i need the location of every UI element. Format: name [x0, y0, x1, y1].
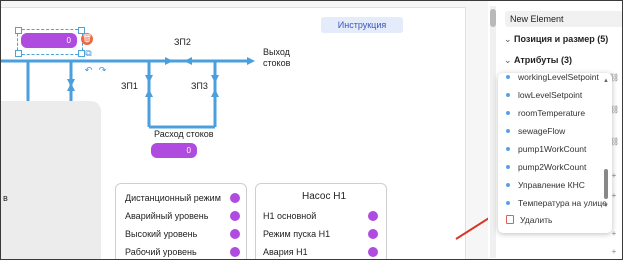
pump-indicator — [368, 247, 378, 257]
label-outlet: Выход стоков — [263, 47, 291, 68]
instruction-button[interactable]: Инструкция — [321, 17, 403, 33]
status-indicator — [230, 247, 240, 257]
section-attributes[interactable]: ⌄ Атрибуты (3) — [504, 55, 572, 66]
status-card: Дистанционный режим Аварийный уровень Вы… — [115, 183, 247, 259]
flow-indicator-pill[interactable]: 0 — [151, 143, 197, 158]
delete-label: Удалить — [520, 215, 553, 225]
resize-handle[interactable] — [15, 27, 22, 34]
attribute-dropdown[interactable]: workingLevelSetpoint lowLevelSetpoint ro… — [498, 73, 612, 233]
label-zp1: ЗП1 — [121, 81, 138, 91]
pump-label: Авария Н1 — [263, 247, 308, 257]
label-flow: Расход стоков — [154, 129, 214, 139]
status-indicator — [230, 229, 240, 239]
editor-canvas[interactable]: в 0 🗑 ⧉ ↶ ↷ Инструкция ЗП2 ЗП1 ЗП3 Выход… — [1, 1, 488, 259]
status-label: Рабочий уровень — [125, 247, 197, 257]
status-label: Аварийный уровень — [125, 211, 209, 221]
pump-card-title: Насос Н1 — [302, 191, 347, 202]
status-indicator — [230, 193, 240, 203]
scroll-down-icon[interactable]: ▼ — [603, 203, 609, 209]
dropdown-item[interactable]: pump1WorkCount — [498, 141, 602, 157]
trash-icon — [506, 215, 514, 224]
add-icon[interactable]: + — [609, 247, 619, 257]
copy-icon[interactable]: ⧉ — [83, 48, 94, 59]
pump-label: Режим пуска Н1 — [263, 229, 331, 239]
resize-handle[interactable] — [15, 50, 22, 57]
pump-indicator — [368, 211, 378, 221]
dropdown-item[interactable]: roomTemperature — [498, 105, 602, 121]
pump-indicator — [368, 229, 378, 239]
dropdown-item[interactable]: Температура на улице — [498, 195, 607, 211]
pump-label: Н1 основной — [263, 211, 317, 221]
canvas-scrollbar-thumb[interactable] — [490, 9, 496, 27]
dropdown-item[interactable]: lowLevelSetpoint — [498, 87, 602, 103]
dropdown-item[interactable]: Управление КНС — [498, 177, 602, 193]
rotate-left-icon[interactable]: ↶ — [83, 65, 94, 76]
section-label: Атрибуты (3) — [514, 55, 572, 65]
dropdown-item[interactable]: sewageFlow — [498, 123, 602, 139]
scroll-up-icon[interactable]: ▲ — [603, 78, 609, 84]
chevron-down-icon: ⌄ — [504, 34, 512, 44]
rotate-right-icon[interactable]: ↷ — [97, 65, 108, 76]
label-zp3: ЗП3 — [191, 81, 208, 91]
status-indicator — [230, 211, 240, 221]
section-label: Позиция и размер (5) — [514, 34, 609, 44]
label-zp2: ЗП2 — [174, 37, 191, 47]
section-position-size[interactable]: ⌄ Позиция и размер (5) — [504, 34, 608, 45]
dropdown-item[interactable]: workingLevelSetpoint — [498, 73, 602, 85]
canvas-scrollbar-track[interactable] — [490, 6, 496, 258]
pump-card: Насос Н1 Н1 основной Режим пуска Н1 Авар… — [255, 183, 387, 259]
selected-indicator-pill[interactable]: 0 — [21, 33, 77, 48]
delete-icon[interactable]: 🗑 — [81, 33, 93, 45]
left-panel-fragment: в — [3, 193, 8, 203]
chevron-down-icon: ⌄ — [504, 55, 512, 65]
dropdown-scrollbar-thumb[interactable] — [604, 169, 608, 199]
annotation-arrow — [455, 217, 488, 240]
element-name-field[interactable]: New Element — [505, 11, 622, 27]
screenshot-frame: в 0 🗑 ⧉ ↶ ↷ Инструкция ЗП2 ЗП1 ЗП3 Выход… — [0, 0, 623, 260]
status-label: Дистанционный режим — [125, 193, 221, 203]
left-panel: в — [1, 101, 101, 259]
delete-attribute-button[interactable]: Удалить — [506, 215, 552, 225]
status-label: Высокий уровень — [125, 229, 198, 239]
dropdown-item[interactable]: pump2WorkCount — [498, 159, 602, 175]
